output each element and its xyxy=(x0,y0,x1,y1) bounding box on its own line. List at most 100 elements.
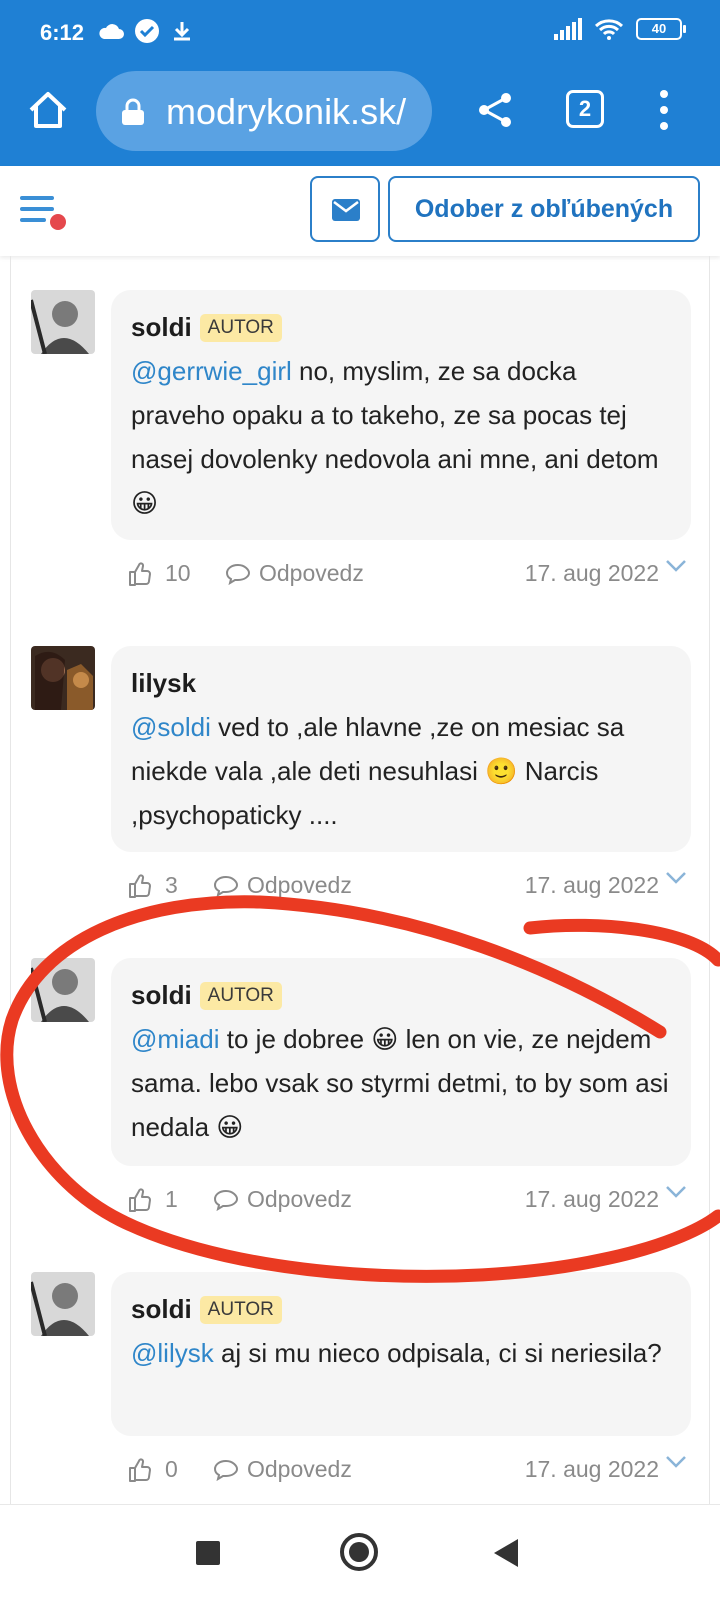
author-badge: AUTOR xyxy=(199,981,282,1010)
speech-bubble-icon xyxy=(213,875,239,897)
cloud-icon xyxy=(99,24,124,39)
chevron-down-icon[interactable] xyxy=(665,870,687,886)
status-icons-left xyxy=(98,18,194,44)
mention-link[interactable]: @miadi xyxy=(131,1024,220,1054)
comments-list: soldi AUTOR @gerrwie_girl no, myslim, ze… xyxy=(10,256,710,1504)
comment-author[interactable]: soldi xyxy=(131,980,192,1011)
menu-button[interactable] xyxy=(20,192,66,232)
more-menu-button[interactable] xyxy=(654,88,674,132)
comment-bubble: soldi AUTOR @miadi to je dobree 😀 len on… xyxy=(111,958,691,1166)
comment-date: 17. aug 2022 xyxy=(524,1456,659,1482)
like-button[interactable]: 10 xyxy=(127,560,191,587)
like-button[interactable]: 3 xyxy=(127,872,178,899)
reply-button[interactable]: Odpovedz xyxy=(213,1456,352,1483)
home-icon xyxy=(29,92,67,128)
avatar-image xyxy=(31,1272,95,1336)
comment-actions: 3 Odpovedz 17. aug 2022 xyxy=(127,868,687,908)
comment-text: @miadi to je dobree 😀 len on vie, ze nej… xyxy=(131,1017,671,1149)
avatar-image xyxy=(31,646,95,710)
share-icon xyxy=(479,93,511,127)
comment-text: @soldi ved to ,ale hlavne ,ze on mesiac … xyxy=(131,705,671,837)
browser-chrome: 6:12 40 modrykonik.sk/ 2 xyxy=(0,0,720,166)
avatar[interactable] xyxy=(31,1272,95,1336)
reply-button[interactable]: Odpovedz xyxy=(213,872,352,899)
comment-date: 17. aug 2022 xyxy=(524,872,659,898)
reply-label: Odpovedz xyxy=(247,1186,352,1212)
author-badge: AUTOR xyxy=(199,1295,282,1324)
thumbs-up-icon xyxy=(129,562,151,586)
thumbs-up-icon xyxy=(129,874,151,898)
like-count: 0 xyxy=(165,1456,178,1482)
like-count: 3 xyxy=(165,872,178,898)
more-vert-icon xyxy=(660,90,668,130)
message-button[interactable] xyxy=(310,176,380,242)
avatar[interactable] xyxy=(31,958,95,1022)
comment-date: 17. aug 2022 xyxy=(524,560,659,586)
remove-favorite-button[interactable]: Odober z obľúbených xyxy=(388,176,700,242)
reply-label: Odpovedz xyxy=(259,560,364,586)
reply-label: Odpovedz xyxy=(247,872,352,898)
comment-actions: 10 Odpovedz 17. aug 2022 xyxy=(127,556,687,596)
comment-actions: 1 Odpovedz 17. aug 2022 xyxy=(127,1182,687,1222)
wifi-icon xyxy=(594,19,624,40)
home-nav-button[interactable] xyxy=(340,1533,378,1571)
chevron-down-icon[interactable] xyxy=(665,1184,687,1200)
comment-author[interactable]: lilysk xyxy=(131,668,196,699)
speech-bubble-icon xyxy=(213,1189,239,1211)
mention-link[interactable]: @lilysk xyxy=(131,1338,214,1368)
like-count: 1 xyxy=(165,1186,178,1212)
status-bar: 6:12 40 xyxy=(0,0,720,66)
comment-actions: 0 Odpovedz 17. aug 2022 xyxy=(127,1452,687,1492)
share-button[interactable] xyxy=(476,90,516,130)
comment-author[interactable]: soldi xyxy=(131,312,192,343)
speech-bubble-icon xyxy=(225,563,251,585)
comment-date: 17. aug 2022 xyxy=(524,1186,659,1212)
like-button[interactable]: 0 xyxy=(127,1456,178,1483)
address-bar[interactable]: modrykonik.sk/ xyxy=(96,71,432,151)
reply-button[interactable]: Odpovedz xyxy=(213,1186,352,1213)
battery-indicator: 40 xyxy=(636,18,686,40)
notification-dot xyxy=(50,214,66,230)
download-icon xyxy=(174,22,190,41)
like-count: 10 xyxy=(165,560,191,586)
home-button[interactable] xyxy=(26,88,70,132)
url-row: modrykonik.sk/ 2 xyxy=(0,66,720,166)
menu-line xyxy=(20,207,54,211)
avatar[interactable] xyxy=(31,646,95,710)
like-button[interactable]: 1 xyxy=(127,1186,178,1213)
check-badge-icon xyxy=(135,19,159,43)
recent-apps-button[interactable] xyxy=(196,1541,220,1565)
author-badge: AUTOR xyxy=(199,313,282,342)
comment-bubble: lilysk @soldi ved to ,ale hlavne ,ze on … xyxy=(111,646,691,852)
thumbs-up-icon xyxy=(129,1188,151,1212)
signal-icon xyxy=(554,18,582,40)
mail-icon xyxy=(332,199,360,221)
chevron-down-icon[interactable] xyxy=(665,558,687,574)
comment-text: @gerrwie_girl no, myslim, ze sa docka pr… xyxy=(131,349,671,525)
avatar-image xyxy=(31,290,95,354)
avatar-image xyxy=(31,958,95,1022)
back-button[interactable] xyxy=(494,1539,518,1567)
thumbs-up-icon xyxy=(129,1458,151,1482)
reply-label: Odpovedz xyxy=(247,1456,352,1482)
comment-bubble: soldi AUTOR @lilysk aj si mu nieco odpis… xyxy=(111,1272,691,1436)
comment-bubble: soldi AUTOR @gerrwie_girl no, myslim, ze… xyxy=(111,290,691,540)
menu-line xyxy=(20,196,54,200)
avatar[interactable] xyxy=(31,290,95,354)
url-text: modrykonik.sk/ xyxy=(166,91,407,132)
status-time: 6:12 xyxy=(40,20,85,45)
tab-switcher-button[interactable]: 2 xyxy=(566,90,604,128)
mention-link[interactable]: @soldi xyxy=(131,712,211,742)
mention-link[interactable]: @gerrwie_girl xyxy=(131,356,292,386)
comment-author[interactable]: soldi xyxy=(131,1294,192,1325)
site-header: Odober z obľúbených xyxy=(0,166,720,256)
menu-line xyxy=(20,218,46,222)
comment-text: @lilysk aj si mu nieco odpisala, ci si n… xyxy=(131,1331,671,1375)
comment-body: aj si mu nieco odpisala, ci si neriesila… xyxy=(213,1338,662,1368)
status-icons-right: 40 xyxy=(554,18,686,40)
lock-icon xyxy=(122,98,144,125)
reply-button[interactable]: Odpovedz xyxy=(225,560,364,587)
chevron-down-icon[interactable] xyxy=(665,1454,687,1470)
navigation-bar xyxy=(0,1504,720,1600)
speech-bubble-icon xyxy=(213,1459,239,1481)
